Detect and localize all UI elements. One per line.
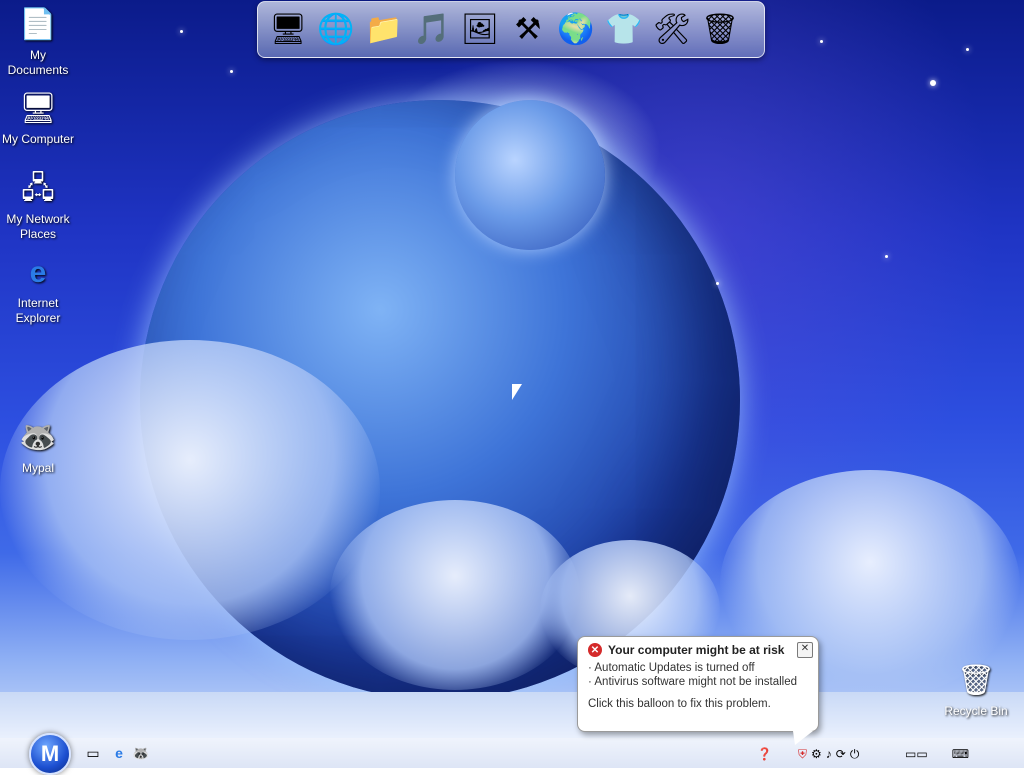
power-icon[interactable]: ⏻ <box>850 747 860 762</box>
sound-icon[interactable]: ♪ <box>826 747 832 761</box>
security-notification-balloon[interactable]: ✕ Your computer might be at risk ✕ · Aut… <box>577 636 819 745</box>
desktop-icon-recycle-bin[interactable]: 🗑 Recycle Bin <box>938 658 1014 719</box>
mouse-cursor <box>512 384 522 400</box>
settings-tools-icon[interactable]: 🛠 <box>650 6 694 54</box>
desktop-icon-label: My Network Places <box>6 212 70 241</box>
music-folder-icon[interactable]: 🎵 <box>410 6 454 54</box>
tshirt-icon[interactable]: 👕 <box>602 6 646 54</box>
desktop-icon-mypal[interactable]: 🦝 Mypal <box>0 415 76 476</box>
star <box>716 282 719 285</box>
desktop-icon-label: My Documents <box>7 48 69 77</box>
star <box>966 48 969 51</box>
ie-icon[interactable]: e <box>110 744 128 762</box>
balloon-line-updates: · Automatic Updates is turned off <box>588 662 755 674</box>
computer-icon[interactable]: 🖥 <box>266 6 310 54</box>
start-button-label: M <box>40 741 60 766</box>
moon-image <box>455 100 605 250</box>
desktop-icon-my-network-places[interactable]: 🖧 My Network Places <box>0 166 76 242</box>
balloon-close-button[interactable]: ✕ <box>797 642 813 658</box>
raccoon-icon[interactable]: 🦝 <box>132 744 150 762</box>
system-tray: ❓ <box>757 745 772 763</box>
network-icon[interactable]: ⚙ <box>811 747 822 761</box>
desktop-icon-my-documents[interactable]: 📄 My Documents <box>0 2 76 78</box>
system-tray-icons: ⛨ ⚙ ♪ ⟳ ⏻ <box>798 745 859 763</box>
star <box>230 70 233 73</box>
balloon-line-antivirus: · Antivirus software might not be instal… <box>588 676 798 688</box>
dock-bar: 🖥 🌐 📁 🎵 🖼 ⚒ 🌍 👕 🛠 🗑 <box>257 1 765 58</box>
update-icon[interactable]: ⟳ <box>836 747 846 761</box>
desktop-icon-label: Recycle Bin <box>944 704 1008 718</box>
raccoon-icon: 🦝 <box>19 420 57 454</box>
star <box>820 40 823 43</box>
star <box>180 30 183 33</box>
taskbar <box>0 738 1024 768</box>
tools-icon[interactable]: ⚒ <box>506 6 550 54</box>
start-button[interactable]: M <box>29 733 71 775</box>
desktop-icon-label: Mypal <box>21 461 54 475</box>
pictures-folder-icon[interactable]: 🖼 <box>458 6 502 54</box>
security-alert-icon[interactable]: ⛨ <box>798 747 807 762</box>
star <box>930 80 936 86</box>
security-shield-icon: ✕ <box>588 643 602 657</box>
ie-icon: e <box>29 255 47 289</box>
balloon-title-row: ✕ Your computer might be at risk <box>588 643 808 657</box>
balloon-title: Your computer might be at risk <box>608 643 785 657</box>
balloon-action-text[interactable]: Click this balloon to fix this problem. <box>588 697 808 711</box>
globe-documents-icon[interactable]: 🌐 <box>314 6 358 54</box>
recycle-bin-icon: 🗑 <box>956 663 996 697</box>
display-icon[interactable]: ▭▭ <box>905 747 928 761</box>
star <box>885 255 888 258</box>
frosted-trees <box>0 320 1024 700</box>
show-desktop-icon[interactable]: ▭ <box>84 744 102 762</box>
help-icon[interactable]: ❓ <box>757 747 772 761</box>
network-globe-icon[interactable]: 🌍 <box>554 6 598 54</box>
network-icon: 🖧 <box>21 171 55 205</box>
documents-icon: 📄 <box>19 7 57 41</box>
desktop-icon-my-computer[interactable]: 🖥 My Computer <box>0 86 76 147</box>
desktop-icon-internet-explorer[interactable]: e Internet Explorer <box>0 250 76 326</box>
system-tray-extra: ▭▭ ⌨ <box>905 745 969 763</box>
computer-icon: 🖥 <box>18 91 58 125</box>
desktop-icon-label: Internet Explorer <box>15 296 61 325</box>
folder-icon[interactable]: 📁 <box>362 6 406 54</box>
recycle-bin-icon[interactable]: 🗑 <box>698 6 742 54</box>
desktop-icon-label: My Computer <box>1 132 75 146</box>
keyboard-icon[interactable]: ⌨ <box>952 747 969 761</box>
